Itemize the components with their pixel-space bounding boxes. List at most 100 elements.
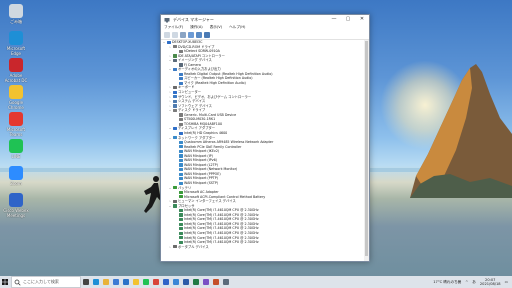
app-icon [9, 31, 23, 45]
minimize-button[interactable]: — [327, 15, 341, 24]
maximize-button[interactable]: ▢ [341, 15, 355, 24]
device-icon [178, 231, 183, 235]
taskbar-app-powerpoint[interactable] [211, 276, 221, 288]
app-icon [9, 4, 23, 18]
device-icon [172, 104, 177, 108]
device-icon [178, 172, 183, 176]
device-manager-window[interactable]: デバイス マネージャー — ▢ ✕ ファイル(F) 操作(A) 表示(V) ヘル… [160, 14, 370, 262]
taskbar-app-task-view[interactable] [81, 276, 91, 288]
device-tree[interactable]: ⌄ DESKTOP-XU8EI3C › DVD/CD-ROM ドライブ hDetect … [161, 40, 364, 261]
chevron-down-icon[interactable]: ⌄ [162, 40, 166, 45]
chevron-down-icon[interactable]: ⌄ [168, 58, 172, 63]
desktop-icon[interactable]: LINE [2, 139, 30, 159]
taskbar-app-explorer[interactable] [101, 276, 111, 288]
taskbar-app-mail[interactable] [121, 276, 131, 288]
desktop-icon[interactable]: Zoom [2, 166, 30, 186]
chevron-down-icon[interactable]: ⌄ [168, 126, 172, 131]
weather-widget[interactable]: 17°C 晴れのち曇 [433, 280, 461, 285]
taskbar-app-app-blue[interactable] [161, 276, 171, 288]
vertical-scrollbar[interactable] [364, 40, 369, 261]
back-arrow-icon[interactable] [164, 32, 170, 38]
ime-indicator[interactable]: あ [472, 280, 476, 285]
clock-date: 2021/08/18 [479, 282, 501, 286]
photos-icon [173, 279, 179, 285]
taskbar-app-excel[interactable] [191, 276, 201, 288]
device-icon [178, 163, 183, 167]
toolbar [161, 31, 369, 40]
desktop-icon-label: Adobe Acrobat DC [4, 73, 28, 83]
device-icon [178, 117, 183, 122]
menu-action[interactable]: 操作(A) [190, 25, 202, 30]
sea-cliff-rock [410, 64, 512, 198]
forward-arrow-icon[interactable] [172, 32, 178, 38]
chevron-right-icon[interactable]: › [168, 45, 172, 50]
window-title: デバイス マネージャー [173, 16, 214, 22]
taskbar-app-chrome[interactable] [131, 276, 141, 288]
desktop-icon[interactable]: Microsoft Teams [2, 112, 30, 137]
taskbar-app-edge[interactable] [91, 276, 101, 288]
taskbar-app-line[interactable] [141, 276, 151, 288]
device-manager-icon [164, 17, 170, 22]
monitor-icon[interactable] [204, 32, 210, 38]
menu-file[interactable]: ファイル(F) [164, 25, 183, 30]
chevron-down-icon[interactable]: ⌄ [168, 204, 172, 209]
tray-chevron-icon[interactable]: ^ [465, 280, 468, 284]
device-icon [178, 154, 183, 158]
device-icon [172, 58, 177, 63]
taskbar-apps [81, 276, 231, 288]
chevron-down-icon[interactable]: ⌄ [168, 67, 172, 72]
taskbar-app-photos[interactable] [171, 276, 181, 288]
notification-icon[interactable]: ▭ [505, 280, 508, 284]
scan-hardware-icon[interactable] [196, 32, 202, 38]
device-icon [172, 204, 177, 208]
device-icon [178, 195, 183, 199]
menu-help[interactable]: ヘルプ(H) [229, 25, 245, 30]
desktop-icon[interactable]: Microsoft Edge [2, 31, 30, 56]
device-icon [178, 167, 183, 172]
taskbar-app-app-purple[interactable] [201, 276, 211, 288]
device-icon [178, 227, 183, 231]
chevron-down-icon[interactable]: ⌄ [168, 186, 172, 191]
taskbar-search-box[interactable]: ここに入力して検索 [11, 276, 81, 288]
device-icon [172, 95, 177, 99]
taskbar-app-store[interactable] [111, 276, 121, 288]
line-icon [143, 279, 149, 285]
taskbar-app-word[interactable] [181, 276, 191, 288]
chevron-down-icon[interactable]: ⌄ [168, 108, 172, 113]
device-icon [172, 99, 177, 103]
app-icon [9, 166, 23, 180]
device-icon [178, 181, 183, 185]
desktop-icon[interactable]: Adobe Acrobat DC [2, 58, 30, 83]
tree-item[interactable]: › ポータブル デバイス [161, 245, 364, 250]
app-icon [9, 193, 23, 207]
desktop-icon[interactable]: Google Chrome [2, 85, 30, 110]
taskbar: ここに入力して検索 17°C 晴れのち曇 ^ あ 20:07 2021/08/1… [0, 276, 512, 288]
device-icon [178, 208, 183, 213]
help-icon[interactable] [188, 32, 194, 38]
desktop-icon-label: ごみ箱 [10, 19, 22, 24]
desktop-icon-label: Microsoft Edge [6, 46, 26, 56]
desktop-icon[interactable]: ごみ箱 [2, 4, 30, 24]
chevron-down-icon[interactable]: ⌄ [168, 136, 172, 141]
device-manager-icon [223, 279, 229, 285]
device-icon [178, 140, 183, 144]
app-purple-icon [203, 279, 209, 285]
properties-icon[interactable] [180, 32, 186, 38]
desktop-icon-label: Microsoft Teams [6, 127, 26, 137]
system-tray: 17°C 晴れのち曇 ^ あ 20:07 2021/08/18 ▭ [429, 278, 512, 286]
scrollbar-thumb[interactable] [365, 41, 368, 256]
title-bar[interactable]: デバイス マネージャー — ▢ ✕ [161, 15, 369, 24]
app-icon [9, 58, 23, 72]
chevron-right-icon[interactable]: › [168, 245, 172, 250]
menu-view[interactable]: 表示(V) [210, 25, 222, 30]
desktop-icon[interactable]: Cisco Webex Meetings [2, 193, 30, 218]
start-button[interactable] [0, 276, 10, 288]
taskbar-app-device-manager[interactable] [221, 276, 231, 288]
device-icon [178, 222, 183, 226]
device-icon [172, 136, 177, 140]
search-icon [14, 279, 21, 286]
taskbar-app-app-red[interactable] [151, 276, 161, 288]
clock[interactable]: 20:07 2021/08/18 [480, 278, 501, 286]
task-view-icon [83, 279, 89, 285]
close-button[interactable]: ✕ [355, 15, 369, 24]
